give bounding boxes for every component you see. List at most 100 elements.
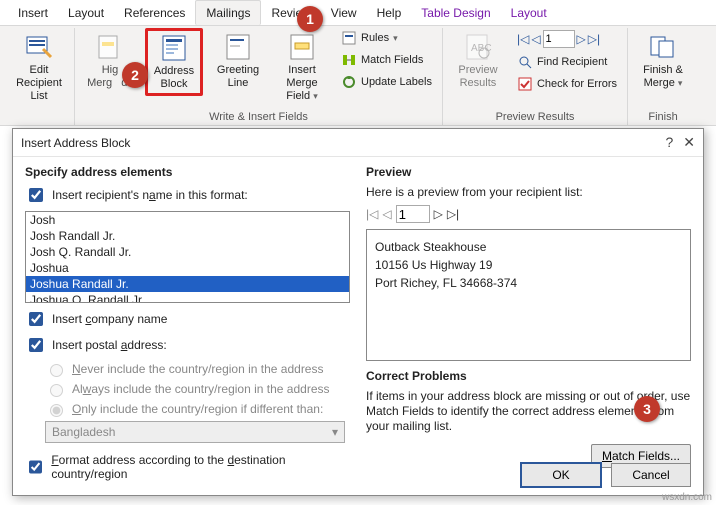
ok-button[interactable]: OK (521, 463, 601, 487)
edit-recipient-list-button[interactable]: Edit Recipient List (10, 28, 68, 107)
first-record-button[interactable]: |◁ (517, 32, 529, 46)
preview-results-button[interactable]: ABC Preview Results (449, 28, 507, 94)
greeting-line-label: Greeting Line (211, 64, 265, 90)
find-recipient-icon (517, 54, 533, 70)
radio-never-label: Never include the country/region in the … (72, 362, 323, 376)
match-fields-label: Match Fields (361, 54, 423, 66)
radio-never-input (50, 364, 63, 377)
address-block-button[interactable]: Address Block (145, 28, 203, 96)
radio-never[interactable]: Never include the country/region in the … (45, 361, 350, 377)
specify-column: Specify address elements Insert recipien… (25, 165, 350, 487)
country-value: Bangladesh (52, 425, 115, 439)
group-finish-label: Finish (634, 109, 692, 125)
tab-view[interactable]: View (321, 0, 367, 25)
correct-title: Correct Problems (366, 369, 691, 383)
format-dest-label: Format address according to the destinat… (51, 453, 350, 481)
radio-only-input (50, 404, 63, 417)
group-finish: Finish &Merge ▾ Finish (628, 28, 698, 125)
last-record-button[interactable]: ▷| (588, 32, 600, 46)
group-start-merge: Edit Recipient List (4, 28, 75, 125)
insert-merge-field-button[interactable]: Insert MergeField ▾ (273, 28, 331, 107)
name-opt-0[interactable]: Josh (26, 212, 349, 228)
insert-address-block-dialog: Insert Address Block ? ✕ Specify address… (12, 128, 704, 496)
preview-record-input[interactable] (396, 205, 430, 223)
insert-merge-field-icon (287, 32, 317, 62)
name-opt-4[interactable]: Joshua Randall Jr. (26, 276, 349, 292)
update-labels-label: Update Labels (361, 76, 432, 88)
dialog-help-button[interactable]: ? (665, 134, 673, 151)
highlight-icon (95, 32, 125, 62)
record-nav: |◁ ◁ ▷ ▷| (513, 28, 621, 50)
finish-merge-icon (648, 32, 678, 62)
preview-column: Preview Here is a preview from your reci… (366, 165, 691, 487)
finish-merge-label: Finish &Merge ▾ (643, 64, 683, 90)
update-labels-button[interactable]: Update Labels (337, 72, 436, 92)
annotation-2: 2 (122, 62, 148, 88)
preview-last-button[interactable]: ▷| (447, 207, 459, 221)
match-fields-icon (341, 52, 357, 68)
preview-prev-button[interactable]: ◁ (382, 207, 391, 221)
dropdown-icon: ▾ (332, 425, 338, 439)
insert-postal-label: Insert postal address: (52, 338, 167, 352)
group-write-label: Write & Insert Fields (81, 109, 436, 125)
match-fields-ribbon-button[interactable]: Match Fields (337, 50, 436, 70)
name-format-list[interactable]: Josh Josh Randall Jr. Josh Q. Randall Jr… (25, 211, 350, 303)
radio-only[interactable]: Only include the country/region if diffe… (45, 401, 350, 417)
merge-tools-stack: Rules ▾ Match Fields Update Labels (337, 28, 436, 92)
find-recipient-button[interactable]: Find Recipient (513, 52, 621, 72)
preview-nav: |◁ ◁ ▷ ▷| (366, 205, 691, 223)
tab-help[interactable]: Help (367, 0, 412, 25)
dialog-titlebar: Insert Address Block ? ✕ (13, 129, 703, 157)
update-labels-icon (341, 74, 357, 90)
insert-company-label: Insert company name (52, 312, 167, 326)
insert-name-check[interactable] (29, 188, 43, 202)
name-opt-3[interactable]: Joshua (26, 260, 349, 276)
tab-mailings[interactable]: Mailings (195, 0, 261, 25)
finish-merge-button[interactable]: Finish &Merge ▾ (634, 28, 692, 94)
format-dest-check[interactable] (29, 460, 42, 474)
tab-layout2[interactable]: Layout (501, 0, 557, 25)
prev-record-button[interactable]: ◁ (531, 32, 540, 46)
check-errors-button[interactable]: Check for Errors (513, 74, 621, 94)
radio-always-label: Always include the country/region in the… (72, 382, 330, 396)
annotation-3: 3 (634, 396, 660, 422)
insert-postal-check[interactable] (29, 338, 43, 352)
preview-stack: |◁ ◁ ▷ ▷| Find Recipient Check for Error… (513, 28, 621, 94)
rules-icon (341, 30, 357, 46)
address-block-label: Address Block (150, 65, 198, 91)
record-number-input[interactable] (543, 30, 575, 48)
preview-line-2: Port Richey, FL 34668-374 (375, 274, 682, 292)
tab-layout[interactable]: Layout (58, 0, 114, 25)
country-select[interactable]: Bangladesh ▾ (45, 421, 345, 443)
insert-company-checkbox[interactable]: Insert company name (25, 309, 350, 329)
rules-button[interactable]: Rules ▾ (337, 28, 436, 48)
insert-name-checkbox[interactable]: Insert recipient's name in this format: (25, 185, 350, 205)
preview-box: Outback Steakhouse 10156 Us Highway 19 P… (366, 229, 691, 361)
cancel-button[interactable]: Cancel (611, 463, 691, 487)
preview-line-0: Outback Steakhouse (375, 238, 682, 256)
preview-results-icon: ABC (463, 32, 493, 62)
ribbon-tabs: Insert Layout References Mailings Review… (0, 0, 716, 26)
watermark: wsxdn.com (662, 492, 712, 503)
name-opt-1[interactable]: Josh Randall Jr. (26, 228, 349, 244)
tab-insert[interactable]: Insert (8, 0, 58, 25)
insert-postal-checkbox[interactable]: Insert postal address: (25, 335, 350, 355)
next-record-button[interactable]: ▷ (577, 32, 586, 46)
tab-tabledesign[interactable]: Table Design (411, 0, 500, 25)
radio-always[interactable]: Always include the country/region in the… (45, 381, 350, 397)
preview-next-button[interactable]: ▷ (434, 207, 443, 221)
dialog-close-button[interactable]: ✕ (683, 134, 695, 151)
group-label-empty (10, 109, 68, 125)
tab-references[interactable]: References (114, 0, 195, 25)
preview-first-button[interactable]: |◁ (366, 207, 378, 221)
preview-note: Here is a preview from your recipient li… (366, 185, 691, 199)
group-preview-label: Preview Results (449, 109, 621, 125)
name-opt-5[interactable]: Joshua Q. Randall Jr. (26, 292, 349, 303)
preview-line-1: 10156 Us Highway 19 (375, 256, 682, 274)
annotation-1: 1 (297, 6, 323, 32)
name-opt-2[interactable]: Josh Q. Randall Jr. (26, 244, 349, 260)
insert-company-check[interactable] (29, 312, 43, 326)
format-dest-checkbox[interactable]: Format address according to the destinat… (25, 453, 350, 481)
find-recipient-label: Find Recipient (537, 56, 607, 68)
greeting-line-button[interactable]: Greeting Line (209, 28, 267, 94)
